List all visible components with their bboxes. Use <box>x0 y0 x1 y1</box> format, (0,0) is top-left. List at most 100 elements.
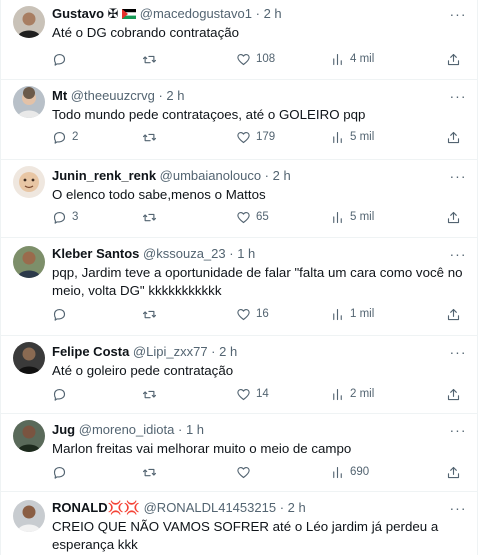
tweet-time[interactable]: 1 h <box>186 422 204 437</box>
retweet-button[interactable] <box>142 305 162 323</box>
share-button[interactable] <box>446 50 461 68</box>
views-button[interactable]: 2 mil <box>330 385 374 403</box>
tweet[interactable]: Mt @theeuuzcrvg · 2 h ··· Todo mundo ped… <box>1 80 477 160</box>
avatar-mt[interactable] <box>13 86 45 118</box>
reply-icon <box>53 466 66 479</box>
like-button[interactable]: 14 <box>236 385 269 403</box>
tweet-time[interactable]: 2 h <box>264 6 282 21</box>
avatar-gustavo[interactable] <box>13 6 45 38</box>
heart-icon <box>237 131 250 143</box>
retweet-button[interactable] <box>142 463 162 481</box>
retweet-button[interactable] <box>142 128 162 146</box>
tweet-time[interactable]: 2 h <box>166 88 184 103</box>
retweet-icon <box>143 310 156 318</box>
author-name[interactable]: RONALD💢💢 <box>52 500 140 515</box>
reply-button[interactable] <box>52 305 72 323</box>
reply-count: 3 <box>72 211 79 223</box>
avatar-felipe[interactable] <box>13 342 45 374</box>
more-options-icon[interactable]: ··· <box>449 89 467 106</box>
tweet-text: Todo mundo pede contrataçoes, até o GOLE… <box>52 107 366 122</box>
reply-feed: Gustavo ✠ @macedogustavo1 · 2 h ··· Até … <box>0 0 478 555</box>
reply-icon <box>53 388 66 401</box>
tweet-actions: 690 <box>52 463 464 481</box>
reply-button[interactable] <box>52 463 72 481</box>
tweet[interactable]: Junin_renk_renk @umbaianolouco · 2 h ···… <box>1 160 477 238</box>
author-handle[interactable]: @moreno_idiota <box>79 422 175 437</box>
tweet-time[interactable]: 2 h <box>273 168 291 183</box>
reply-button[interactable] <box>52 50 72 68</box>
reply-button[interactable] <box>52 385 72 403</box>
palestine-flag-icon <box>122 7 137 21</box>
like-button[interactable]: 16 <box>236 305 269 323</box>
author-name[interactable]: Kleber Santos <box>52 246 139 261</box>
more-options-icon[interactable]: ··· <box>449 501 467 518</box>
author-handle[interactable]: @macedogustavo1 <box>140 6 252 21</box>
author-name[interactable]: Jug <box>52 422 75 437</box>
share-button[interactable] <box>446 208 461 226</box>
like-button[interactable]: 179 <box>236 128 275 146</box>
tweet-text: Até o goleiro pede contratação <box>52 363 234 378</box>
more-options-icon[interactable]: ··· <box>449 7 467 24</box>
like-button[interactable]: 65 <box>236 208 269 226</box>
tweet[interactable]: Gustavo ✠ @macedogustavo1 · 2 h ··· Até … <box>1 0 477 80</box>
avatar-junin[interactable] <box>13 166 45 198</box>
more-options-icon[interactable]: ··· <box>449 169 467 186</box>
reply-button[interactable]: 3 <box>52 208 78 226</box>
reply-button[interactable]: 2 <box>52 128 78 146</box>
share-button[interactable] <box>446 463 461 481</box>
author-handle[interactable]: @umbaianolouco <box>160 168 261 183</box>
avatar-kleber[interactable] <box>13 246 45 278</box>
view-count: 1 mil <box>350 308 375 320</box>
share-button[interactable] <box>446 305 461 323</box>
tweet-time[interactable]: 1 h <box>237 246 255 261</box>
views-button[interactable]: 5 mil <box>330 208 374 226</box>
tweet[interactable]: RONALD💢💢 @RONALDL41453215 · 2 h ··· CREI… <box>1 492 477 555</box>
views-icon <box>333 308 342 320</box>
share-button[interactable] <box>446 128 461 146</box>
author-handle[interactable]: @Lipi_zxx77 <box>133 344 208 359</box>
share-icon <box>447 308 460 320</box>
views-icon <box>333 131 342 143</box>
tweet-text: Marlon freitas vai melhorar muito o meio… <box>52 441 352 456</box>
author-handle[interactable]: @RONALDL41453215 <box>144 500 276 515</box>
heart-icon <box>237 388 250 400</box>
tweet[interactable]: Felipe Costa @Lipi_zxx77 · 2 h ··· Até o… <box>1 336 477 414</box>
views-button[interactable]: 5 mil <box>330 128 374 146</box>
views-button[interactable]: 690 <box>330 463 369 481</box>
tweet-time[interactable]: 2 h <box>219 344 237 359</box>
retweet-button[interactable] <box>142 50 162 68</box>
tweet-time[interactable]: 2 h <box>288 500 306 515</box>
tweet[interactable]: Jug @moreno_idiota · 1 h ··· Marlon frei… <box>1 414 477 492</box>
author-name[interactable]: Mt <box>52 88 67 103</box>
like-button[interactable]: 108 <box>236 50 275 68</box>
author-handle[interactable]: @kssouza_23 <box>143 246 226 261</box>
retweet-button[interactable] <box>142 208 162 226</box>
view-count: 5 mil <box>350 131 375 143</box>
heart-icon <box>237 211 250 223</box>
author-name[interactable]: Junin_renk_renk <box>52 168 156 183</box>
author-name[interactable]: Gustavo ✠ <box>52 6 119 21</box>
retweet-icon <box>143 390 156 398</box>
retweet-icon <box>143 55 156 63</box>
author-name[interactable]: Felipe Costa <box>52 344 129 359</box>
tweet-actions: 14 2 mil <box>52 385 464 403</box>
author-handle[interactable]: @theeuuzcrvg <box>71 88 155 103</box>
more-options-icon[interactable]: ··· <box>449 247 467 264</box>
reply-icon <box>53 131 66 144</box>
more-options-icon[interactable]: ··· <box>449 345 467 362</box>
view-count: 2 mil <box>350 388 375 400</box>
views-button[interactable]: 4 mil <box>330 50 374 68</box>
share-button[interactable] <box>446 385 461 403</box>
retweet-button[interactable] <box>142 385 162 403</box>
views-button[interactable]: 1 mil <box>330 305 374 323</box>
tweet-actions: 2 179 5 mil <box>52 128 464 146</box>
view-count: 4 mil <box>350 53 375 65</box>
avatar-jug[interactable] <box>13 420 45 452</box>
dot-separator: · <box>229 246 234 261</box>
avatar-ronald[interactable] <box>13 500 45 532</box>
tweet-text: CREIO QUE NÃO VAMOS SOFRER até o Léo jar… <box>52 519 439 552</box>
tweet[interactable]: Kleber Santos @kssouza_23 · 1 h ··· pqp,… <box>1 238 477 336</box>
more-options-icon[interactable]: ··· <box>449 423 467 440</box>
tweet-actions: 108 4 mil <box>52 50 464 68</box>
like-button[interactable] <box>236 463 256 481</box>
